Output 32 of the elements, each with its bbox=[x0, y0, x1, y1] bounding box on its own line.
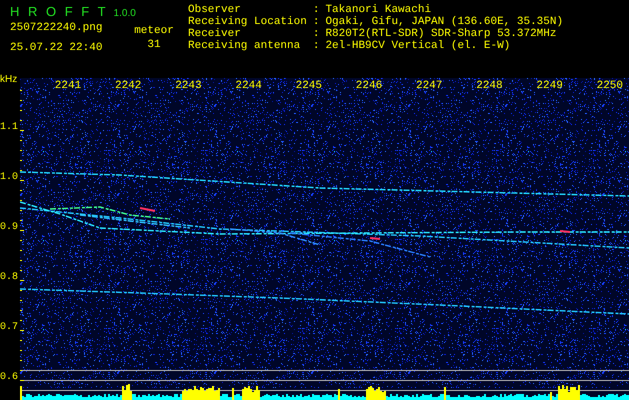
info-value: Ogaki, Gifu, JAPAN (136.60E, 35.35N) bbox=[325, 16, 564, 28]
info-value: 2el-HB9CV Vertical (el. E-W) bbox=[325, 40, 512, 52]
info-label: Receiver bbox=[188, 28, 242, 40]
meteor-count: 31 bbox=[147, 39, 161, 51]
file-name: 2507222240.png bbox=[10, 22, 104, 34]
axis-label: 2244 bbox=[235, 80, 262, 92]
count-label: meteor bbox=[134, 25, 174, 37]
axis-label: 1.0 bbox=[0, 172, 18, 184]
axis-label: 2245 bbox=[296, 80, 322, 92]
app-version: 1.0.0 bbox=[114, 8, 136, 19]
axis-label: 2250 bbox=[596, 80, 623, 92]
axis-label: 0.9 bbox=[0, 222, 18, 234]
info-label: Observer bbox=[188, 4, 242, 16]
app-name: H R O F F T bbox=[10, 4, 106, 19]
axis-label: 1.1 bbox=[0, 122, 18, 134]
axis-label: 2249 bbox=[536, 80, 563, 92]
info-value: Takanori Kawachi bbox=[325, 4, 432, 16]
axis-unit: kHz bbox=[0, 74, 18, 86]
info-label: Receiving Location bbox=[188, 16, 307, 28]
info-label: Receiving antenna bbox=[188, 40, 302, 52]
info-separator: : bbox=[312, 28, 320, 40]
date-time: 25.07.22 22:40 bbox=[10, 42, 104, 54]
axis-label: 2242 bbox=[114, 80, 142, 92]
info-separator: : bbox=[312, 40, 320, 52]
axis-label: 2241 bbox=[54, 80, 82, 92]
axis-label: 0.6 bbox=[0, 372, 18, 384]
axis-label: 2247 bbox=[416, 80, 442, 92]
info-separator: : bbox=[312, 16, 320, 28]
info-value: R820T2(RTL-SDR) SDR-Sharp 53.372MHz bbox=[325, 28, 558, 40]
info-separator: : bbox=[312, 4, 320, 16]
axis-label: 0.8 bbox=[0, 272, 18, 284]
axis-label: 0.7 bbox=[0, 322, 18, 334]
